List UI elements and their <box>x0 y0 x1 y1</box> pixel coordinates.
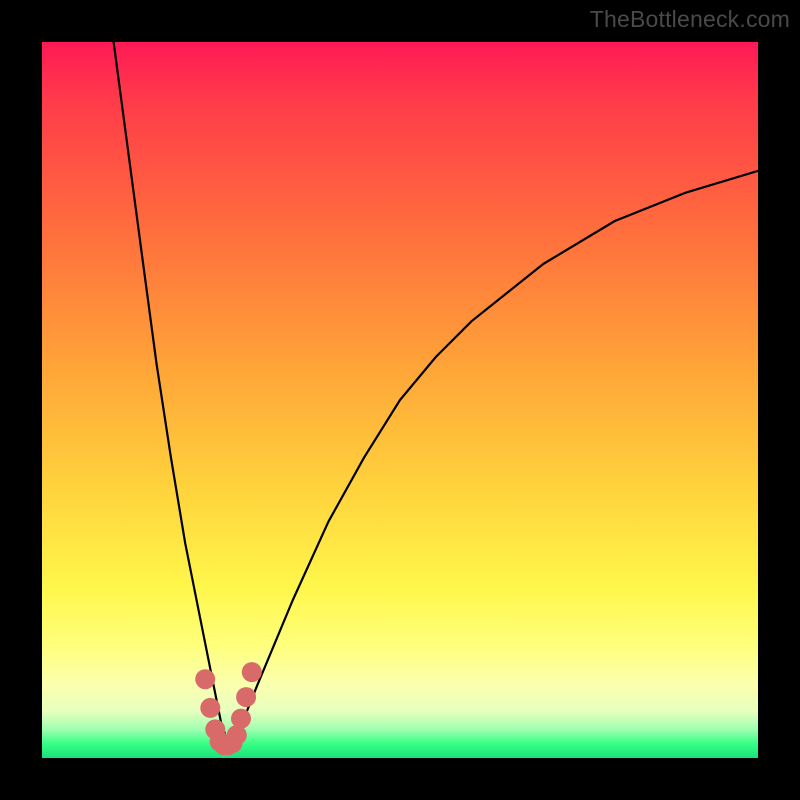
bottleneck-curve <box>114 42 758 744</box>
watermark-text: TheBottleneck.com <box>590 6 790 33</box>
marker-band <box>195 662 262 755</box>
plot-area <box>42 42 758 758</box>
chart-svg <box>42 42 758 758</box>
marker-dot <box>236 687 256 707</box>
marker-dot <box>231 709 251 729</box>
marker-dot <box>195 669 215 689</box>
marker-dot <box>242 662 262 682</box>
chart-frame: TheBottleneck.com <box>0 0 800 800</box>
marker-dot <box>200 698 220 718</box>
